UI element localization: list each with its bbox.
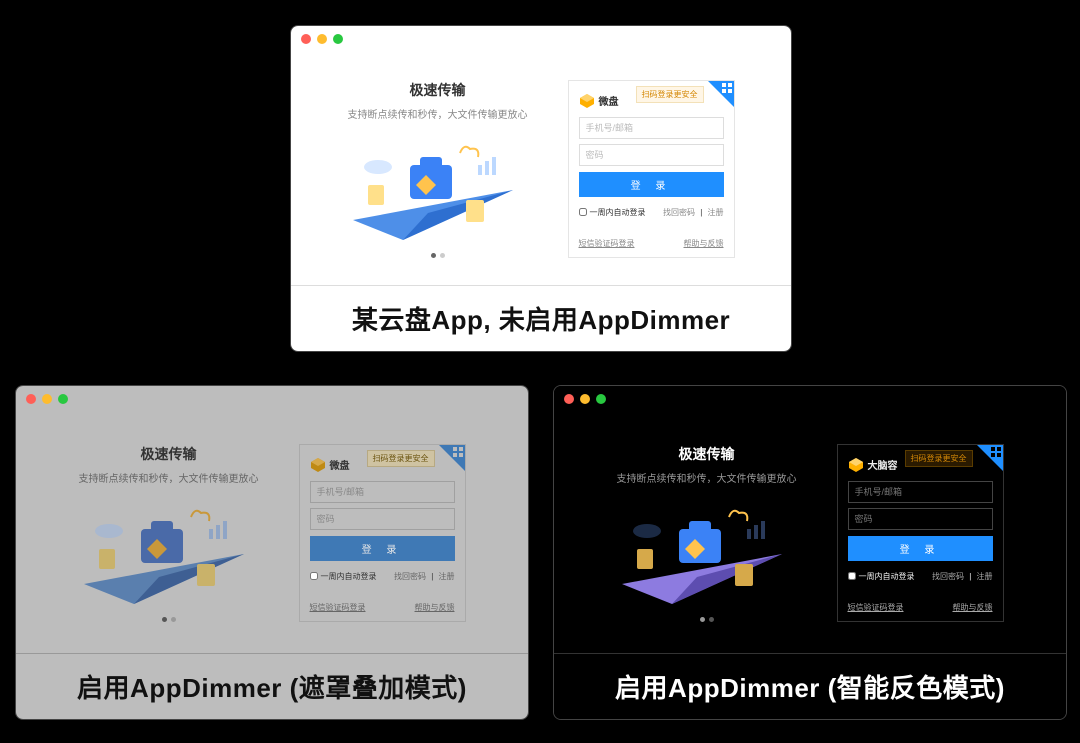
forgot-link[interactable]: 找回密码 [663, 208, 695, 217]
login-button[interactable]: 登 录 [579, 172, 724, 197]
promo-panel: 极速传输 支持断点续传和秒传，大文件传输更放心 [79, 444, 259, 622]
brand-text: 大脑容 [868, 457, 898, 472]
qr-tip: 扫码登录更安全 [636, 86, 704, 103]
maximize-dot[interactable] [58, 394, 68, 404]
card-invert: 极速传输 支持断点续传和秒传，大文件传输更放心 [553, 385, 1067, 720]
login-footer: 短信验证码登录 帮助与反馈 [300, 592, 465, 621]
login-footer: 短信验证码登录 帮助与反馈 [569, 228, 734, 257]
help-link[interactable]: 帮助与反馈 [684, 238, 724, 249]
password-input[interactable] [310, 508, 455, 530]
pager-dots[interactable] [79, 617, 259, 622]
register-link[interactable]: 注册 [708, 208, 724, 217]
pager-dots[interactable] [617, 617, 797, 622]
login-options: 一周内自动登录 找回密码 | 注册 [569, 203, 734, 228]
minimize-dot[interactable] [580, 394, 590, 404]
auto-login[interactable]: 一周内自动登录 [310, 571, 377, 582]
maximize-dot[interactable] [596, 394, 606, 404]
promo-title: 极速传输 [348, 80, 528, 100]
qr-icon[interactable] [708, 81, 734, 107]
login-button[interactable]: 登 录 [848, 536, 993, 561]
app-body: 极速传输 支持断点续传和秒传，大文件传输更放心 [16, 412, 528, 653]
brand-icon [848, 457, 864, 473]
login-links: 找回密码 | 注册 [663, 207, 724, 218]
promo-panel: 极速传输 支持断点续传和秒传，大文件传输更放心 [348, 80, 528, 258]
account-input[interactable] [848, 481, 993, 503]
register-link[interactable]: 注册 [977, 572, 993, 581]
password-input[interactable] [848, 508, 993, 530]
close-dot[interactable] [564, 394, 574, 404]
minimize-dot[interactable] [42, 394, 52, 404]
promo-panel: 极速传输 支持断点续传和秒传，大文件传输更放心 [617, 444, 797, 622]
caption-top: 某云盘App, 未启用AppDimmer [291, 285, 791, 351]
login-panel: 扫码登录更安全 大脑容 登 录 一周内自动登录 找回密码 | 注册 短信验证码登… [837, 444, 1004, 622]
auto-login-checkbox[interactable] [310, 572, 318, 580]
login-panel: 扫码登录更安全 微盘 登 录 一周内自动登录 找回密码 | 注册 短信验证码登录… [299, 444, 466, 622]
close-dot[interactable] [26, 394, 36, 404]
account-input[interactable] [579, 117, 724, 139]
window-controls [554, 386, 1066, 412]
card-original: 极速传输 支持断点续传和秒传，大文件传输更放心 [290, 25, 792, 352]
login-links: 找回密码 | 注册 [394, 571, 455, 582]
login-footer: 短信验证码登录 帮助与反馈 [838, 592, 1003, 621]
sms-login-link[interactable]: 短信验证码登录 [579, 238, 635, 249]
register-link[interactable]: 注册 [439, 572, 455, 581]
promo-subtitle: 支持断点续传和秒传，大文件传输更放心 [79, 470, 259, 485]
help-link[interactable]: 帮助与反馈 [415, 602, 455, 613]
auto-login-checkbox[interactable] [579, 208, 587, 216]
login-options: 一周内自动登录 找回密码 | 注册 [300, 567, 465, 592]
login-panel: 扫码登录更安全 微盘 登 录 一周内自动登录 找回密码 | 注册 短信验证码登录… [568, 80, 735, 258]
login-links: 找回密码 | 注册 [932, 571, 993, 582]
login-options: 一周内自动登录 找回密码 | 注册 [838, 567, 1003, 592]
qr-tip: 扫码登录更安全 [905, 450, 973, 467]
account-input[interactable] [310, 481, 455, 503]
promo-subtitle: 支持断点续传和秒传，大文件传输更放心 [348, 106, 528, 121]
caption-right: 启用AppDimmer (智能反色模式) [554, 653, 1066, 719]
promo-title: 极速传输 [79, 444, 259, 464]
sms-login-link[interactable]: 短信验证码登录 [848, 602, 904, 613]
window-controls [16, 386, 528, 412]
pager-dots[interactable] [348, 253, 528, 258]
caption-left: 启用AppDimmer (遮罩叠加模式) [16, 653, 528, 719]
app-body: 极速传输 支持断点续传和秒传，大文件传输更放心 [291, 52, 791, 285]
forgot-link[interactable]: 找回密码 [394, 572, 426, 581]
qr-icon[interactable] [977, 445, 1003, 471]
close-dot[interactable] [301, 34, 311, 44]
app-body: 极速传输 支持断点续传和秒传，大文件传输更放心 [554, 412, 1066, 653]
auto-login[interactable]: 一周内自动登录 [848, 571, 915, 582]
forgot-link[interactable]: 找回密码 [932, 572, 964, 581]
brand-text: 微盘 [330, 457, 350, 472]
login-button[interactable]: 登 录 [310, 536, 455, 561]
help-link[interactable]: 帮助与反馈 [953, 602, 993, 613]
sms-login-link[interactable]: 短信验证码登录 [310, 602, 366, 613]
promo-illustration [348, 135, 518, 245]
qr-tip: 扫码登录更安全 [367, 450, 435, 467]
maximize-dot[interactable] [333, 34, 343, 44]
qr-icon[interactable] [439, 445, 465, 471]
promo-illustration [79, 499, 249, 609]
promo-title: 极速传输 [617, 444, 797, 464]
brand-icon [310, 457, 326, 473]
brand-text: 微盘 [599, 93, 619, 108]
minimize-dot[interactable] [317, 34, 327, 44]
window-controls [291, 26, 791, 52]
auto-login[interactable]: 一周内自动登录 [579, 207, 646, 218]
card-overlay: 极速传输 支持断点续传和秒传，大文件传输更放心 [15, 385, 529, 720]
promo-illustration [617, 499, 787, 609]
promo-subtitle: 支持断点续传和秒传，大文件传输更放心 [617, 470, 797, 485]
password-input[interactable] [579, 144, 724, 166]
auto-login-checkbox[interactable] [848, 572, 856, 580]
brand-icon [579, 93, 595, 109]
